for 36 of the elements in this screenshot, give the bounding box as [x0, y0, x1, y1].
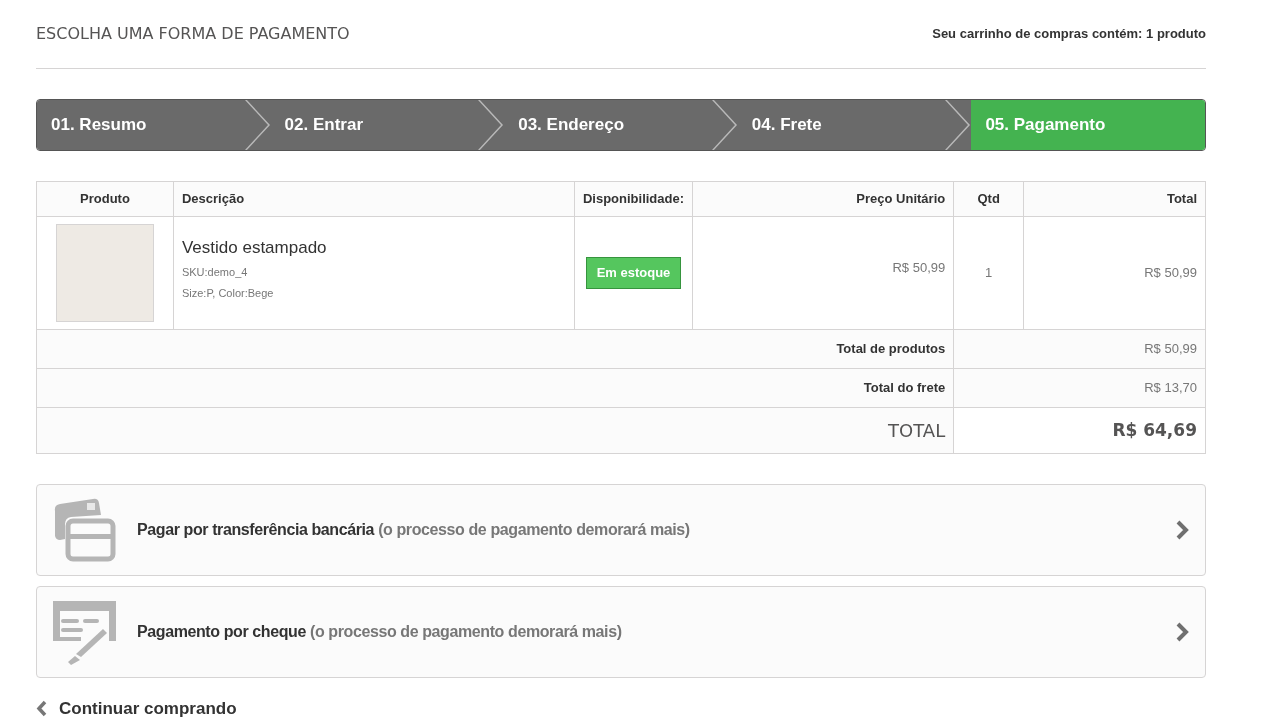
column-header: Descrição — [181, 191, 245, 207]
chevron-divider-icon — [478, 100, 505, 150]
product-attributes: Size:P, Color:Bege — [181, 285, 275, 301]
summary-value: R$ 13,70 — [1144, 380, 1197, 396]
cheque-pen-icon — [51, 599, 117, 665]
summary-value: R$ 50,99 — [1144, 341, 1197, 357]
checkout-step[interactable]: 02. Entrar — [270, 100, 505, 150]
payment-option[interactable]: Pagamento por cheque (o processo de pagamento demorará mais) — [36, 586, 1206, 678]
summary-value: R$ 64,69 — [1112, 419, 1197, 440]
checkout-step[interactable]: 04. Frete — [737, 100, 972, 150]
summary-label: Total do frete — [863, 380, 946, 396]
chevron-left-icon — [36, 700, 47, 718]
chevron-right-icon — [1175, 519, 1189, 541]
cart-summary: Seu carrinho de compras contém: 1 produto — [932, 25, 1206, 44]
summary-label: TOTAL — [888, 420, 946, 441]
product-name[interactable]: Vestido estampado — [181, 234, 566, 261]
column-header: Produto — [80, 191, 130, 207]
column-header: Qtd — [977, 191, 1000, 207]
chevron-divider-icon — [945, 100, 972, 150]
chevron-divider-icon — [244, 100, 271, 150]
chevron-divider-icon — [711, 100, 738, 150]
checkout-step[interactable]: 03. Endereço — [504, 100, 738, 150]
column-header: Preço Unitário — [856, 191, 946, 207]
chevron-right-icon — [1175, 621, 1189, 643]
product-sku: SKU:demo_4 — [181, 265, 249, 281]
column-header: Disponibilidade: — [582, 191, 685, 207]
column-header: Total — [1166, 191, 1197, 207]
payment-option[interactable]: Pagar por transferência bancária (o processo de pagamento demorará mais) — [36, 484, 1206, 576]
continue-shopping-link[interactable]: Continuar comprando — [36, 696, 1206, 722]
summary-label: Total de produtos — [836, 341, 946, 357]
line-total: R$ 50,99 — [1144, 265, 1197, 281]
checkout-step[interactable]: 01. Resumo — [37, 100, 271, 150]
stock-label: Em estoque — [585, 257, 682, 289]
page-title: ESCOLHA UMA FORMA DE PAGAMENTO — [36, 23, 350, 45]
unit-price: R$ 50,99 — [892, 260, 946, 276]
quantity: 1 — [985, 265, 993, 281]
